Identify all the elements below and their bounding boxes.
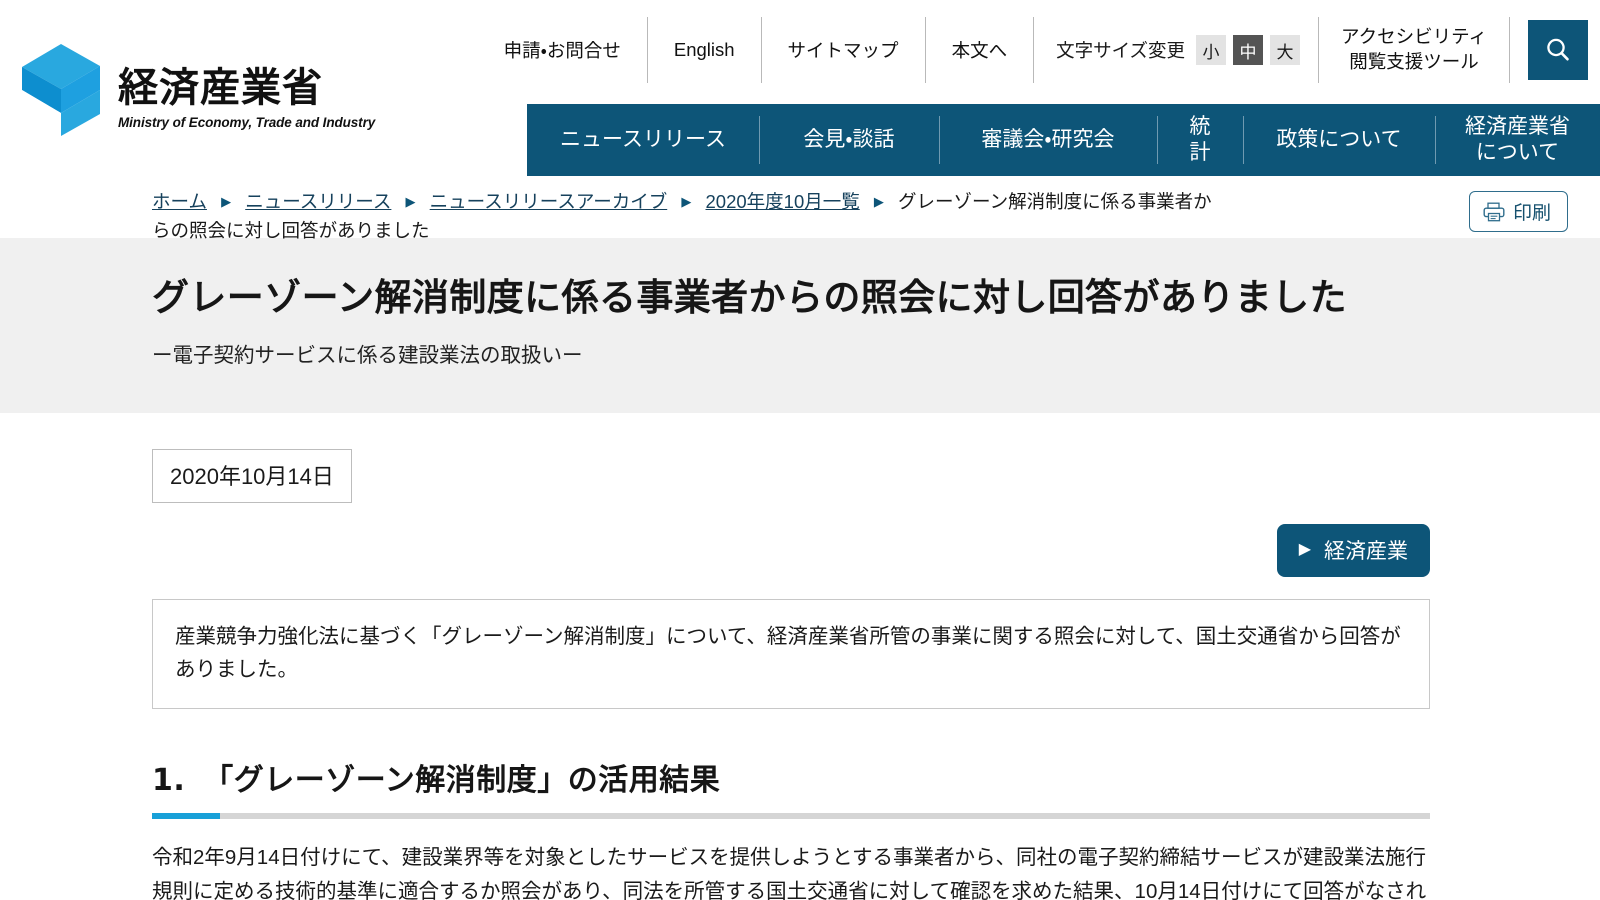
print-button[interactable]: 印刷 <box>1468 191 1568 232</box>
utility-item-apply-contact[interactable]: 申請・お問合せ <box>478 17 648 83</box>
nav-item-press-conference[interactable]: 会見・談話 <box>759 104 939 176</box>
site-header: 経済産業省 Ministry of Economy, Trade and Ind… <box>0 0 1600 178</box>
search-button[interactable] <box>1528 20 1588 80</box>
accessibility-line-1: アクセシビリティ <box>1341 26 1487 48</box>
printer-icon <box>1483 202 1505 221</box>
breadcrumb-separator-icon: ▶ <box>221 194 232 209</box>
section-1-body: 令和2年9月14日付けにて、建設業界等を対象としたサービスを提供しようとする事業… <box>152 846 1427 900</box>
breadcrumb-separator-icon: ▶ <box>873 194 884 209</box>
page-title-band: グレーゾーン解消制度に係る事業者からの照会に対し回答がありました ー電子契約サー… <box>0 238 1600 413</box>
section-1-number: 1. <box>152 763 186 799</box>
nav-item-councils-research[interactable]: 審議会・研究会 <box>939 104 1157 176</box>
breadcrumb-item-news-archive[interactable]: ニュースリリースアーカイブ <box>430 191 668 212</box>
section-1-heading-text: 「グレーゾーン解消制度」の活用結果 <box>203 763 721 799</box>
breadcrumb-separator-icon: ▶ <box>405 194 416 209</box>
logo-text-en: Ministry of Economy, Trade and Industry <box>118 115 376 130</box>
utility-item-sitemap[interactable]: サイトマップ <box>762 17 926 83</box>
nav-item-news-release[interactable]: ニュースリリース <box>527 104 759 176</box>
utility-item-skip-to-content[interactable]: 本文へ <box>926 17 1035 83</box>
meti-action-button-label: 経済産業 <box>1324 540 1408 563</box>
breadcrumb-item-news-release[interactable]: ニュースリリース <box>245 191 391 212</box>
action-button-row: ▶ 経済産業 <box>152 524 1430 577</box>
breadcrumb-item-home[interactable]: ホーム <box>152 191 207 212</box>
font-size-large-button[interactable]: 大 <box>1270 35 1301 65</box>
breadcrumb-band: ホーム ▶ ニュースリリース ▶ ニュースリリースアーカイブ ▶ 2020年度1… <box>0 176 1600 241</box>
main-content: 2020年10月14日 ▶ 経済産業 産業競争力強化法に基づく「グレーゾーン解消… <box>0 413 1600 900</box>
triangle-right-icon: ▶ <box>1298 541 1311 558</box>
meti-logo-icon <box>22 44 100 136</box>
publish-date: 2020年10月14日 <box>152 449 352 503</box>
font-size-control: 文字サイズ変更 小 中 大 <box>1034 17 1320 83</box>
utility-item-accessibility[interactable]: アクセシビリティ 閲覧支援ツール <box>1319 17 1510 83</box>
meti-action-button[interactable]: ▶ 経済産業 <box>1276 524 1430 577</box>
nav-item-policy[interactable]: 政策について <box>1243 104 1435 176</box>
page-subtitle: ー電子契約サービスに係る建設業法の取扱いー <box>152 344 583 368</box>
font-size-medium-button[interactable]: 中 <box>1233 35 1264 65</box>
section-1-heading-rule <box>152 813 1430 820</box>
breadcrumb: ホーム ▶ ニュースリリース ▶ ニュースリリースアーカイブ ▶ 2020年度1… <box>152 188 1212 245</box>
print-button-label: 印刷 <box>1512 203 1551 224</box>
search-icon <box>1547 38 1569 61</box>
font-size-small-button[interactable]: 小 <box>1196 35 1227 65</box>
accessibility-line-2: 閲覧支援ツール <box>1349 51 1479 72</box>
main-navigation: ニュースリリース 会見・談話 審議会・研究会 統計 政策について 経済産業省 に… <box>527 104 1600 176</box>
site-logo[interactable]: 経済産業省 Ministry of Economy, Trade and Ind… <box>22 44 375 136</box>
logo-text-jp: 経済産業省 <box>118 65 323 111</box>
font-size-label: 文字サイズ変更 <box>1056 40 1186 61</box>
nav-item-statistics[interactable]: 統計 <box>1157 104 1243 176</box>
summary-box: 産業競争力強化法に基づく「グレーゾーン解消制度」について、経済産業省所管の事業に… <box>152 599 1430 710</box>
page-title: グレーゾーン解消制度に係る事業者からの照会に対し回答がありました <box>152 276 1347 319</box>
breadcrumb-item-2020-october[interactable]: 2020年度10月一覧 <box>706 191 860 212</box>
section-1-heading: 1. 「グレーゾーン解消制度」の活用結果 <box>152 755 1430 799</box>
breadcrumb-separator-icon: ▶ <box>681 194 692 209</box>
nav-item-about-meti[interactable]: 経済産業省 について <box>1435 104 1600 176</box>
utility-item-english[interactable]: English <box>648 17 762 83</box>
utility-nav: 申請・お問合せ English サイトマップ 本文へ 文字サイズ変更 小 中 大… <box>478 14 1600 86</box>
